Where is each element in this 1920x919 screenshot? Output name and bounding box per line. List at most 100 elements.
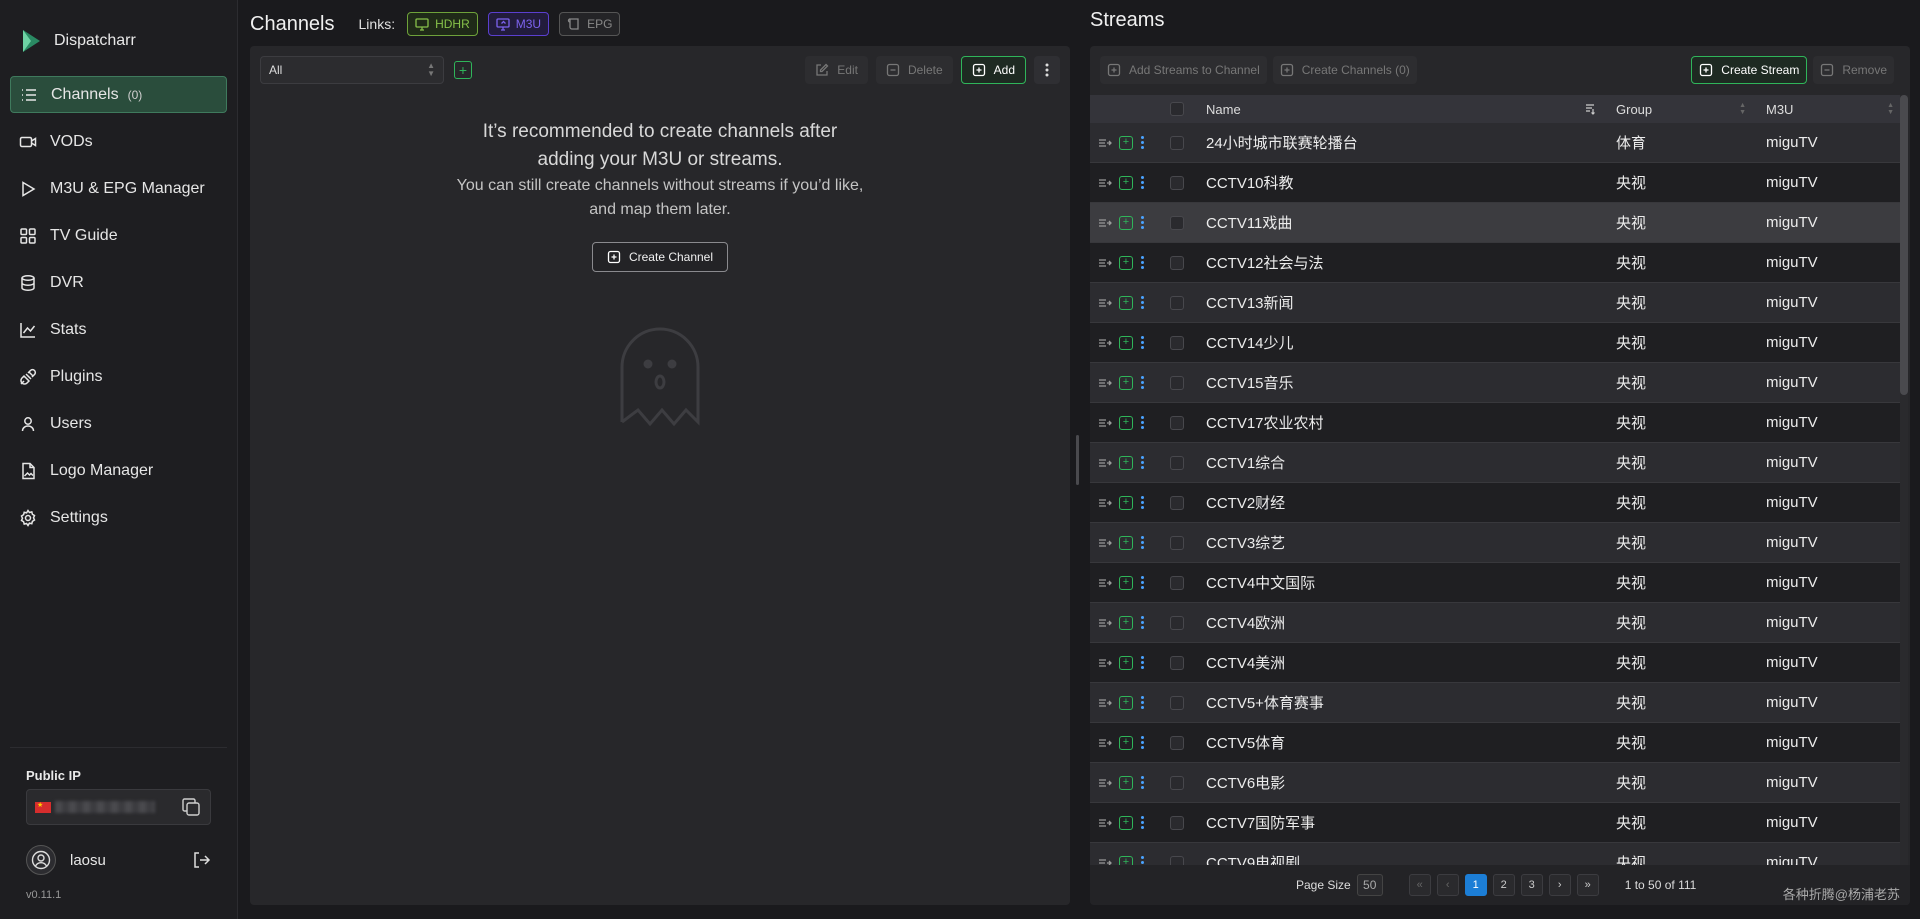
column-header-name[interactable]: Name [1206, 102, 1241, 117]
create-channel-from-stream-icon[interactable]: + [1119, 215, 1133, 230]
create-channel-from-stream-icon[interactable]: + [1119, 255, 1133, 270]
row-menu-icon[interactable] [1140, 456, 1144, 469]
create-channel-from-stream-icon[interactable]: + [1119, 335, 1133, 350]
sidebar-item-vods[interactable]: VODs [10, 123, 227, 160]
sidebar-item-stats[interactable]: Stats [10, 311, 227, 348]
row-checkbox[interactable] [1170, 615, 1184, 630]
row-menu-icon[interactable] [1140, 816, 1144, 829]
add-to-channel-icon[interactable] [1098, 416, 1112, 430]
table-row[interactable]: + CCTV10科教 央视 miguTV [1090, 163, 1904, 203]
scrollbar-thumb[interactable] [1900, 95, 1908, 395]
create-channel-from-stream-icon[interactable]: + [1119, 615, 1133, 630]
add-channel-button[interactable]: Add [960, 56, 1026, 84]
row-checkbox[interactable] [1170, 375, 1184, 390]
add-group-icon[interactable]: + [454, 61, 472, 79]
table-row[interactable]: + CCTV7国防军事 央视 miguTV [1090, 803, 1904, 843]
table-row[interactable]: + CCTV4中文国际 央视 miguTV [1090, 563, 1904, 603]
table-row[interactable]: + CCTV15音乐 央视 miguTV [1090, 363, 1904, 403]
add-to-channel-icon[interactable] [1098, 576, 1112, 590]
avatar[interactable] [26, 845, 56, 875]
more-options-icon[interactable] [1034, 56, 1060, 84]
logout-icon[interactable] [191, 850, 211, 870]
add-to-channel-icon[interactable] [1098, 336, 1112, 350]
delete-button[interactable]: Delete [875, 56, 953, 84]
row-checkbox[interactable] [1170, 415, 1184, 430]
create-channel-from-stream-icon[interactable]: + [1119, 815, 1133, 830]
sidebar-item-channels[interactable]: Channels (0) [10, 76, 227, 113]
column-header-m3u[interactable]: M3U [1766, 102, 1793, 117]
add-to-channel-icon[interactable] [1098, 616, 1112, 630]
sort-icon[interactable] [1584, 103, 1596, 115]
row-menu-icon[interactable] [1140, 256, 1144, 269]
sidebar-item-dvr[interactable]: DVR [10, 264, 227, 301]
add-to-channel-icon[interactable] [1098, 176, 1112, 190]
panel-resize-handle[interactable] [1076, 435, 1079, 485]
row-checkbox[interactable] [1170, 775, 1184, 790]
create-channel-from-stream-icon[interactable]: + [1119, 175, 1133, 190]
add-to-channel-icon[interactable] [1098, 696, 1112, 710]
create-channel-from-stream-icon[interactable]: + [1119, 735, 1133, 750]
add-to-channel-icon[interactable] [1098, 776, 1112, 790]
create-channel-from-stream-icon[interactable]: + [1119, 295, 1133, 310]
row-menu-icon[interactable] [1140, 736, 1144, 749]
hdhr-link-button[interactable]: HDHR [407, 12, 478, 36]
table-row[interactable]: + CCTV1综合 央视 miguTV [1090, 443, 1904, 483]
row-menu-icon[interactable] [1140, 576, 1144, 589]
column-sort-chevron-icon[interactable]: ▲ ▼ [1887, 102, 1894, 116]
select-all-checkbox[interactable] [1170, 102, 1184, 116]
add-streams-to-channel-button[interactable]: Add Streams to Channel [1100, 56, 1267, 84]
create-channel-from-stream-icon[interactable]: + [1119, 495, 1133, 510]
add-to-channel-icon[interactable] [1098, 296, 1112, 310]
m3u-link-button[interactable]: M3U [487, 12, 550, 36]
row-checkbox[interactable] [1170, 255, 1184, 270]
row-checkbox[interactable] [1170, 135, 1184, 150]
table-row[interactable]: + CCTV17农业农村 央视 miguTV [1090, 403, 1904, 443]
table-row[interactable]: + CCTV5+体育赛事 央视 miguTV [1090, 683, 1904, 723]
brand[interactable]: Dispatcharr [0, 17, 237, 65]
remove-button[interactable]: Remove [1813, 56, 1894, 84]
row-menu-icon[interactable] [1140, 336, 1144, 349]
add-to-channel-icon[interactable] [1098, 536, 1112, 550]
row-checkbox[interactable] [1170, 175, 1184, 190]
row-checkbox[interactable] [1170, 295, 1184, 310]
row-menu-icon[interactable] [1140, 296, 1144, 309]
create-channel-from-stream-icon[interactable]: + [1119, 415, 1133, 430]
next-page-button[interactable]: › [1548, 874, 1571, 896]
add-to-channel-icon[interactable] [1098, 216, 1112, 230]
row-menu-icon[interactable] [1140, 216, 1144, 229]
add-to-channel-icon[interactable] [1098, 456, 1112, 470]
row-menu-icon[interactable] [1140, 776, 1144, 789]
last-page-button[interactable]: » [1576, 874, 1599, 896]
page-button-2[interactable]: 2 [1492, 874, 1515, 896]
row-checkbox[interactable] [1170, 815, 1184, 830]
column-header-group[interactable]: Group [1616, 102, 1652, 117]
create-channel-from-stream-icon[interactable]: + [1119, 695, 1133, 710]
sidebar-item-plugins[interactable]: Plugins [10, 358, 227, 395]
row-checkbox[interactable] [1170, 535, 1184, 550]
row-menu-icon[interactable] [1140, 496, 1144, 509]
row-menu-icon[interactable] [1140, 416, 1144, 429]
row-checkbox[interactable] [1170, 695, 1184, 710]
table-row[interactable]: + CCTV12社会与法 央视 miguTV [1090, 243, 1904, 283]
sidebar-item-logo-manager[interactable]: Logo Manager [10, 452, 227, 489]
table-row[interactable]: + CCTV5体育 央视 miguTV [1090, 723, 1904, 763]
row-checkbox[interactable] [1170, 655, 1184, 670]
create-channel-from-stream-icon[interactable]: + [1119, 775, 1133, 790]
add-to-channel-icon[interactable] [1098, 656, 1112, 670]
table-row[interactable]: + CCTV14少儿 央视 miguTV [1090, 323, 1904, 363]
page-size-input[interactable]: 50 [1356, 874, 1383, 896]
create-channel-from-stream-icon[interactable]: + [1119, 455, 1133, 470]
edit-button[interactable]: Edit [805, 56, 868, 84]
table-row[interactable]: + CCTV4美洲 央视 miguTV [1090, 643, 1904, 683]
create-channels-button[interactable]: Create Channels (0) [1272, 56, 1417, 84]
page-button-3[interactable]: 3 [1520, 874, 1543, 896]
create-stream-button[interactable]: Create Stream [1691, 56, 1808, 84]
add-to-channel-icon[interactable] [1098, 736, 1112, 750]
row-menu-icon[interactable] [1140, 616, 1144, 629]
sidebar-item-m3u-epg[interactable]: M3U & EPG Manager [10, 170, 227, 207]
create-channel-from-stream-icon[interactable]: + [1119, 655, 1133, 670]
page-button-1[interactable]: 1 [1464, 874, 1487, 896]
add-to-channel-icon[interactable] [1098, 256, 1112, 270]
row-menu-icon[interactable] [1140, 136, 1144, 149]
row-menu-icon[interactable] [1140, 176, 1144, 189]
